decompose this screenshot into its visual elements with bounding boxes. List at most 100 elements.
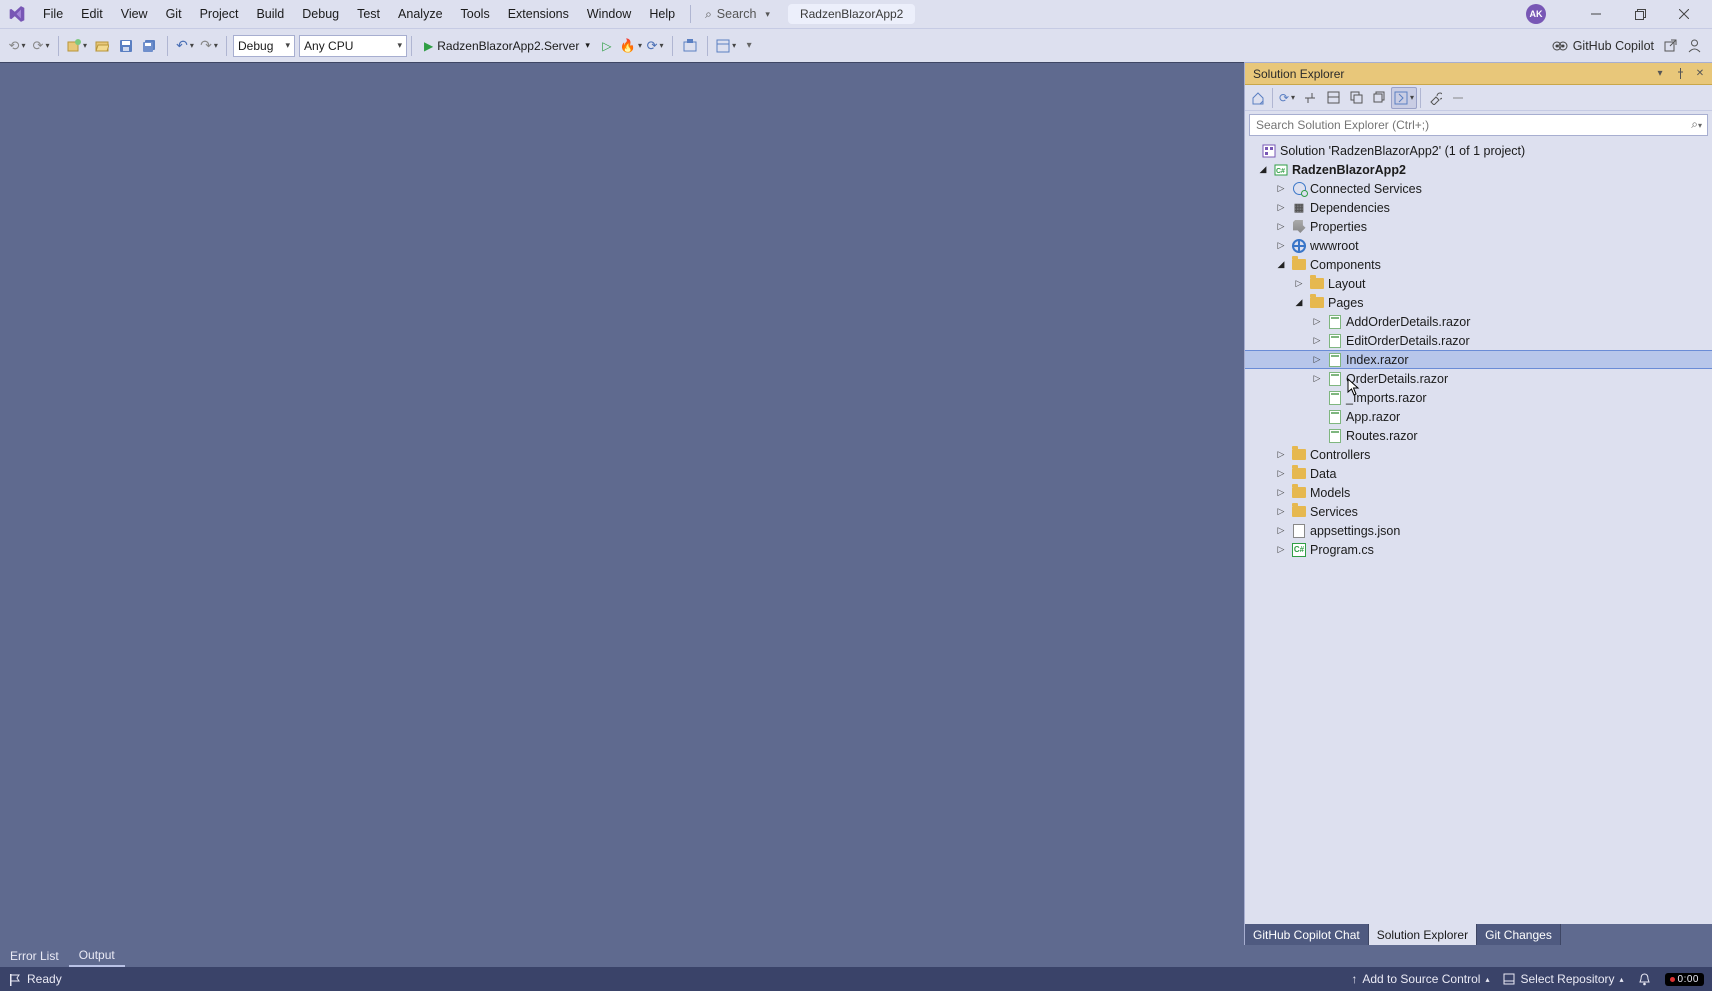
razor-file-icon xyxy=(1327,352,1343,368)
redo-button[interactable]: ↷▾ xyxy=(198,35,220,57)
global-search[interactable]: ⌕ Search ▾ xyxy=(697,0,778,28)
tree-pages[interactable]: ◢ Pages xyxy=(1245,293,1712,312)
tree-file-app[interactable]: App.razor xyxy=(1245,407,1712,426)
tree-components[interactable]: ◢ Components xyxy=(1245,255,1712,274)
copilot-button[interactable]: GitHub Copilot xyxy=(1552,38,1654,54)
tree-controllers[interactable]: ▷ Controllers xyxy=(1245,445,1712,464)
tab-solution-explorer[interactable]: Solution Explorer xyxy=(1369,924,1477,945)
chevron-down-icon: ▾ xyxy=(765,9,770,20)
razor-file-icon xyxy=(1327,409,1343,425)
config-combo[interactable]: Debug▾ xyxy=(233,35,295,57)
editor-surface[interactable] xyxy=(0,62,1244,945)
track-active-button[interactable]: ▾ xyxy=(1391,87,1417,109)
collapse-all-button[interactable] xyxy=(1345,87,1367,109)
toolbar-overflow-button[interactable]: ▾ xyxy=(738,35,760,57)
tab-output[interactable]: Output xyxy=(69,945,125,967)
tree-program[interactable]: ▷ C# Program.cs xyxy=(1245,540,1712,559)
status-flag-icon[interactable] xyxy=(8,973,21,986)
tree-models[interactable]: ▷ Models xyxy=(1245,483,1712,502)
menu-debug[interactable]: Debug xyxy=(293,0,348,28)
tree-appsettings[interactable]: ▷ appsettings.json xyxy=(1245,521,1712,540)
tab-error-list[interactable]: Error List xyxy=(0,945,69,967)
menu-project[interactable]: Project xyxy=(191,0,248,28)
select-repo-button[interactable]: Select Repository ▴ xyxy=(1503,972,1623,986)
tree-services[interactable]: ▷ Services xyxy=(1245,502,1712,521)
title-right-controls: AK xyxy=(1526,0,1706,28)
window-close-button[interactable] xyxy=(1662,0,1706,28)
save-all-button[interactable] xyxy=(139,35,161,57)
panel-title-bar[interactable]: Solution Explorer ▾ ✕ xyxy=(1245,63,1712,85)
user-avatar[interactable]: AK xyxy=(1526,4,1546,24)
start-without-debug-button[interactable]: ▷ xyxy=(596,35,618,57)
search-label: Search xyxy=(717,7,757,21)
tree-wwwroot[interactable]: ▷ wwwroot xyxy=(1245,236,1712,255)
menu-extensions[interactable]: Extensions xyxy=(499,0,578,28)
menu-git[interactable]: Git xyxy=(157,0,191,28)
tree-connected-services[interactable]: ▷ Connected Services xyxy=(1245,179,1712,198)
menu-test[interactable]: Test xyxy=(348,0,389,28)
menu-window[interactable]: Window xyxy=(578,0,640,28)
panel-title-text: Solution Explorer xyxy=(1253,67,1648,81)
dependencies-icon: ▦ xyxy=(1291,200,1307,216)
browser-link-button[interactable]: ⟳▾ xyxy=(644,35,666,57)
menu-file[interactable]: File xyxy=(34,0,72,28)
tree-file-imports[interactable]: _Imports.razor xyxy=(1245,388,1712,407)
new-project-button[interactable]: ▾ xyxy=(65,35,89,57)
start-debug-button[interactable]: ▶ RadzenBlazorApp2.Server ▾ xyxy=(418,35,596,57)
menu-view[interactable]: View xyxy=(112,0,157,28)
solution-tree[interactable]: Solution 'RadzenBlazorApp2' (1 of 1 proj… xyxy=(1245,139,1712,924)
switch-views-button[interactable]: ⟳▾ xyxy=(1276,87,1298,109)
tree-file-orderdetails[interactable]: ▷ OrderDetails.razor xyxy=(1245,369,1712,388)
preview-button[interactable] xyxy=(1447,87,1469,109)
ext-button-2[interactable]: ▾ xyxy=(714,35,738,57)
globe-icon xyxy=(1291,238,1307,254)
hot-reload-button[interactable]: 🔥▾ xyxy=(618,35,644,57)
filter-button[interactable] xyxy=(1299,87,1321,109)
tree-project[interactable]: ◢ C# RadzenBlazorApp2 xyxy=(1245,160,1712,179)
show-all-files-button[interactable] xyxy=(1368,87,1390,109)
open-file-button[interactable] xyxy=(91,35,113,57)
menu-build[interactable]: Build xyxy=(247,0,293,28)
home-view-button[interactable] xyxy=(1247,87,1269,109)
notification-bell-icon[interactable] xyxy=(1638,973,1651,986)
account-settings-icon[interactable] xyxy=(1686,38,1702,54)
chevron-down-icon: ▾ xyxy=(585,40,590,51)
tree-file-editorder[interactable]: ▷ EditOrderDetails.razor xyxy=(1245,331,1712,350)
panel-close-button[interactable]: ✕ xyxy=(1692,66,1708,82)
tab-git-changes[interactable]: Git Changes xyxy=(1477,924,1561,945)
expand-arrow-icon[interactable]: ◢ xyxy=(1257,164,1269,175)
tree-file-addorder[interactable]: ▷ AddOrderDetails.razor xyxy=(1245,312,1712,331)
panel-dropdown-button[interactable]: ▾ xyxy=(1652,66,1668,82)
undo-button[interactable]: ↶▾ xyxy=(174,35,196,57)
tree-data[interactable]: ▷ Data xyxy=(1245,464,1712,483)
menu-edit[interactable]: Edit xyxy=(72,0,112,28)
properties-button[interactable] xyxy=(1424,87,1446,109)
share-icon[interactable] xyxy=(1662,38,1678,54)
tree-dependencies[interactable]: ▷ ▦ Dependencies xyxy=(1245,198,1712,217)
solution-search-input[interactable] xyxy=(1249,114,1708,136)
nav-fwd-button[interactable]: ⟳▾ xyxy=(30,35,52,57)
tree-properties[interactable]: ▷ Properties xyxy=(1245,217,1712,236)
platform-combo[interactable]: Any CPU▾ xyxy=(299,35,407,57)
menu-analyze[interactable]: Analyze xyxy=(389,0,451,28)
add-source-control-button[interactable]: ↑ Add to Source Control ▴ xyxy=(1351,972,1489,986)
tree-file-index[interactable]: ▷ Index.razor xyxy=(1245,350,1712,369)
solution-name-pill[interactable]: RadzenBlazorApp2 xyxy=(788,4,915,24)
panel-pin-button[interactable] xyxy=(1672,66,1688,82)
start-target-label: RadzenBlazorApp2.Server xyxy=(437,39,579,53)
ext-button-1[interactable] xyxy=(679,35,701,57)
folder-icon xyxy=(1291,466,1307,482)
tab-copilot-chat[interactable]: GitHub Copilot Chat xyxy=(1245,924,1369,945)
tree-layout[interactable]: ▷ Layout xyxy=(1245,274,1712,293)
window-minimize-button[interactable] xyxy=(1574,0,1618,28)
menu-tools[interactable]: Tools xyxy=(452,0,499,28)
sync-button[interactable] xyxy=(1322,87,1344,109)
tree-solution[interactable]: Solution 'RadzenBlazorApp2' (1 of 1 proj… xyxy=(1245,141,1712,160)
menu-help[interactable]: Help xyxy=(640,0,684,28)
razor-file-icon xyxy=(1327,428,1343,444)
save-button[interactable] xyxy=(115,35,137,57)
tree-file-routes[interactable]: Routes.razor xyxy=(1245,426,1712,445)
nav-back-button[interactable]: ⟲▾ xyxy=(6,35,28,57)
record-dot-icon xyxy=(1670,977,1675,982)
window-restore-button[interactable] xyxy=(1618,0,1662,28)
